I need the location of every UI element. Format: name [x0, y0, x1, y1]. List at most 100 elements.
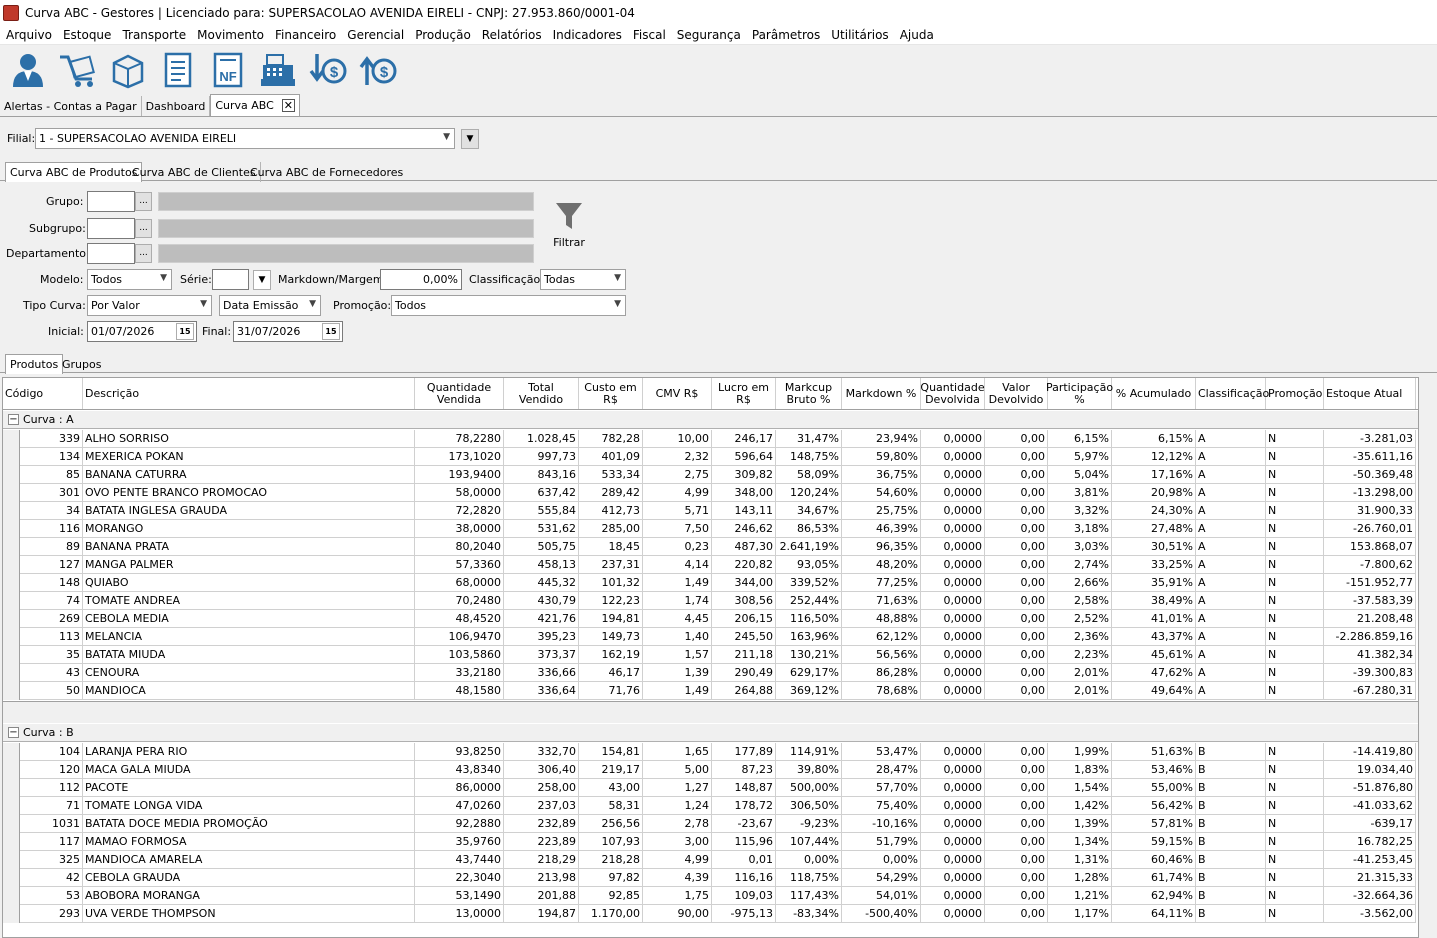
menu-item-producao[interactable]: Produção	[409, 28, 476, 42]
menu-item-ajuda[interactable]: Ajuda	[894, 28, 939, 42]
menu-item-seguranca[interactable]: Segurança	[671, 28, 746, 42]
table-row[interactable]: 74 TOMATE ANDREA 70,2480 430,79 122,23 1,74 30…	[3, 592, 1418, 610]
menu-item-arquivo[interactable]: Arquivo	[0, 28, 57, 42]
subgrupo-search-button[interactable]: ...	[135, 219, 152, 238]
table-row[interactable]: 339 ALHO SORRISO 78,2280 1.028,45 782,28 10,0…	[3, 430, 1418, 448]
table-row[interactable]: 85 BANANA CATURRA 193,9400 843,16 533,34 2,75…	[3, 466, 1418, 484]
menu-item-transporte[interactable]: Transporte	[116, 28, 191, 42]
menu-item-indicadores[interactable]: Indicadores	[547, 28, 627, 42]
table-row[interactable]: 1031 BATATA DOCE MEDIA PROMOÇÃO 92,2880 232…	[3, 815, 1418, 833]
group-row[interactable]: − Curva : A	[3, 411, 1418, 429]
column-header-descricao[interactable]: Descrição	[83, 378, 415, 409]
table-row[interactable]: 269 CEBOLA MEDIA 48,4520 421,76 194,81 4,45 20…	[3, 610, 1418, 628]
column-header-estoque-atual[interactable]: Estoque Atual	[1324, 378, 1416, 409]
table-row[interactable]: 116 MORANGO 38,0000 531,62 285,00 7,50 246,62 8…	[3, 520, 1418, 538]
table-row[interactable]: 148 QUIABO 68,0000 445,32 101,32 1,49 344,00 33…	[3, 574, 1418, 592]
box-icon[interactable]	[106, 48, 150, 92]
menu-item-fiscal[interactable]: Fiscal	[627, 28, 671, 42]
column-header-lucro[interactable]: Lucro em R$	[712, 378, 776, 409]
data-tipo-select[interactable]: Data Emissão ▼	[219, 295, 321, 316]
tab-curva-clientes[interactable]: Curva ABC de Clientes	[128, 162, 261, 182]
document-list-icon[interactable]	[156, 48, 200, 92]
column-header-markdown[interactable]: Markdown %	[842, 378, 921, 409]
column-header-participacao[interactable]: Participação %	[1046, 378, 1113, 409]
menu-item-utilitarios[interactable]: Utilitários	[825, 28, 893, 42]
nfe-icon[interactable]: NF	[206, 48, 250, 92]
tab-alertas[interactable]: Alertas - Contas a Pagar	[0, 96, 142, 116]
column-header-total-vendido[interactable]: Total Vendido	[504, 378, 579, 409]
table-row[interactable]: 293 UVA VERDE THOMPSON 13,0000 194,87 1.170,…	[3, 905, 1418, 923]
markdown-input[interactable]: 0,00%	[380, 269, 462, 290]
column-header-quantidade-vendida[interactable]: Quantidade Vendida	[415, 378, 504, 409]
menu-item-estoque[interactable]: Estoque	[57, 28, 117, 42]
filial-select[interactable]: 1 - SUPERSACOLAO AVENIDA EIRELI ▼	[35, 128, 455, 149]
serie-dropdown-button[interactable]: ▼	[253, 270, 271, 290]
menu-item-financeiro[interactable]: Financeiro	[269, 28, 341, 42]
menu-item-relatorios[interactable]: Relatórios	[476, 28, 547, 42]
menu-item-gerencial[interactable]: Gerencial	[341, 28, 409, 42]
filial-dropdown-button[interactable]: ▼	[461, 129, 479, 149]
tab-curva-fornecedores[interactable]: Curva ABC de Fornecedores	[246, 162, 407, 182]
filtrar-button[interactable]: Filtrar	[552, 200, 586, 252]
column-header-cmv[interactable]: CMV R$	[643, 378, 712, 409]
table-row[interactable]: 113 MELANCIA 106,9470 395,23 149,73 1,40 245,5…	[3, 628, 1418, 646]
tab-dashboard[interactable]: Dashboard	[142, 96, 211, 116]
tab-produtos[interactable]: Produtos	[5, 354, 64, 374]
table-row[interactable]: 43 CENOURA 33,2180 336,66 46,17 1,39 290,49 629…	[3, 664, 1418, 682]
column-header-valor-devolvido[interactable]: Valor Devolvido	[985, 378, 1048, 409]
table-row[interactable]: 117 MAMAO FORMOSA 35,9760 223,89 107,93 3,00 1…	[3, 833, 1418, 851]
menu-item-movimento[interactable]: Movimento	[191, 28, 269, 42]
table-row[interactable]: 120 MACA GALA MIUDA 43,8340 306,40 219,17 5,0…	[3, 761, 1418, 779]
departamento-input[interactable]	[87, 243, 135, 264]
table-row[interactable]: 35 BATATA MIUDA 103,5860 373,37 162,19 1,57 21…	[3, 646, 1418, 664]
calendar-icon[interactable]: 15	[322, 323, 340, 340]
cell-total-vendido: 336,66	[504, 664, 579, 682]
table-row[interactable]: 127 MANGA PALMER 57,3360 458,13 237,31 4,14 22…	[3, 556, 1418, 574]
group-row[interactable]: − Curva : B	[3, 724, 1418, 742]
tipo-curva-select[interactable]: Por Valor ▼	[87, 295, 212, 316]
column-header-codigo[interactable]: Código	[3, 378, 83, 409]
tab-curva-abc[interactable]: Curva ABC ✕	[210, 94, 300, 116]
close-icon[interactable]: ✕	[281, 99, 295, 112]
table-row[interactable]: 34 BATATA INGLESA GRAUDA 72,2820 555,84 412,…	[3, 502, 1418, 520]
grupo-input[interactable]	[87, 191, 135, 212]
cell-estoque-atual: -32.664,36	[1324, 887, 1416, 905]
tab-grupos[interactable]: Grupos	[58, 354, 105, 374]
column-header-classificacao[interactable]: Classificação	[1196, 378, 1269, 409]
table-row[interactable]: 89 BANANA PRATA 80,2040 505,75 18,45 0,23 487,…	[3, 538, 1418, 556]
column-header-promocao[interactable]: Promoção	[1266, 378, 1324, 409]
serie-input[interactable]	[212, 269, 249, 290]
departamento-search-button[interactable]: ...	[135, 244, 152, 263]
table-row[interactable]: 53 ABOBORA MORANGA 53,1490 201,88 92,85 1,75 1…	[3, 887, 1418, 905]
promocao-select[interactable]: Todos ▼	[391, 295, 626, 316]
tab-curva-produtos[interactable]: Curva ABC de Produtos	[5, 162, 143, 182]
column-header-markup-bruto[interactable]: Markcup Bruto %	[776, 378, 842, 409]
money-up-icon[interactable]: $	[356, 48, 400, 92]
table-row[interactable]: 42 CEBOLA GRAUDA 22,3040 213,98 97,82 4,39 116…	[3, 869, 1418, 887]
table-row[interactable]: 325 MANDIOCA AMARELA 43,7440 218,29 218,28 4,…	[3, 851, 1418, 869]
cart-icon[interactable]	[56, 48, 100, 92]
cell-custo: 285,00	[579, 520, 643, 538]
table-row[interactable]: 50 MANDIOCA 48,1580 336,64 71,76 1,49 264,88 36…	[3, 682, 1418, 700]
cell-codigo: 301	[20, 484, 83, 502]
subgrupo-input[interactable]	[87, 218, 135, 239]
cash-register-icon[interactable]	[256, 48, 300, 92]
classificacao-select[interactable]: Todas ▼	[540, 269, 626, 290]
user-icon[interactable]	[6, 48, 50, 92]
collapse-icon[interactable]: −	[8, 414, 19, 425]
column-header-custo[interactable]: Custo em R$	[579, 378, 643, 409]
grupo-search-button[interactable]: ...	[135, 192, 152, 211]
table-row[interactable]: 301 OVO PENTE BRANCO PROMOCAO 58,0000 637,4…	[3, 484, 1418, 502]
calendar-icon[interactable]: 15	[176, 323, 194, 340]
money-down-icon[interactable]: $	[306, 48, 350, 92]
table-row[interactable]: 112 PACOTE 86,0000 258,00 43,00 1,27 148,87 500…	[3, 779, 1418, 797]
column-header-acumulado[interactable]: % Acumulado	[1112, 378, 1196, 409]
modelo-select[interactable]: Todos ▼	[87, 269, 172, 290]
table-row[interactable]: 104 LARANJA PERA RIO 93,8250 332,70 154,81 1,…	[3, 743, 1418, 761]
column-header-quantidade-devolvida[interactable]: Quantidade Devolvida	[920, 378, 985, 409]
collapse-icon[interactable]: −	[8, 727, 19, 738]
table-row[interactable]: 134 MEXERICA POKAN 173,1020 997,73 401,09 2,3…	[3, 448, 1418, 466]
cell-custo: 71,76	[579, 682, 643, 700]
menu-item-parametros[interactable]: Parâmetros	[746, 28, 825, 42]
table-row[interactable]: 71 TOMATE LONGA VIDA 47,0260 237,03 58,31 1,2…	[3, 797, 1418, 815]
